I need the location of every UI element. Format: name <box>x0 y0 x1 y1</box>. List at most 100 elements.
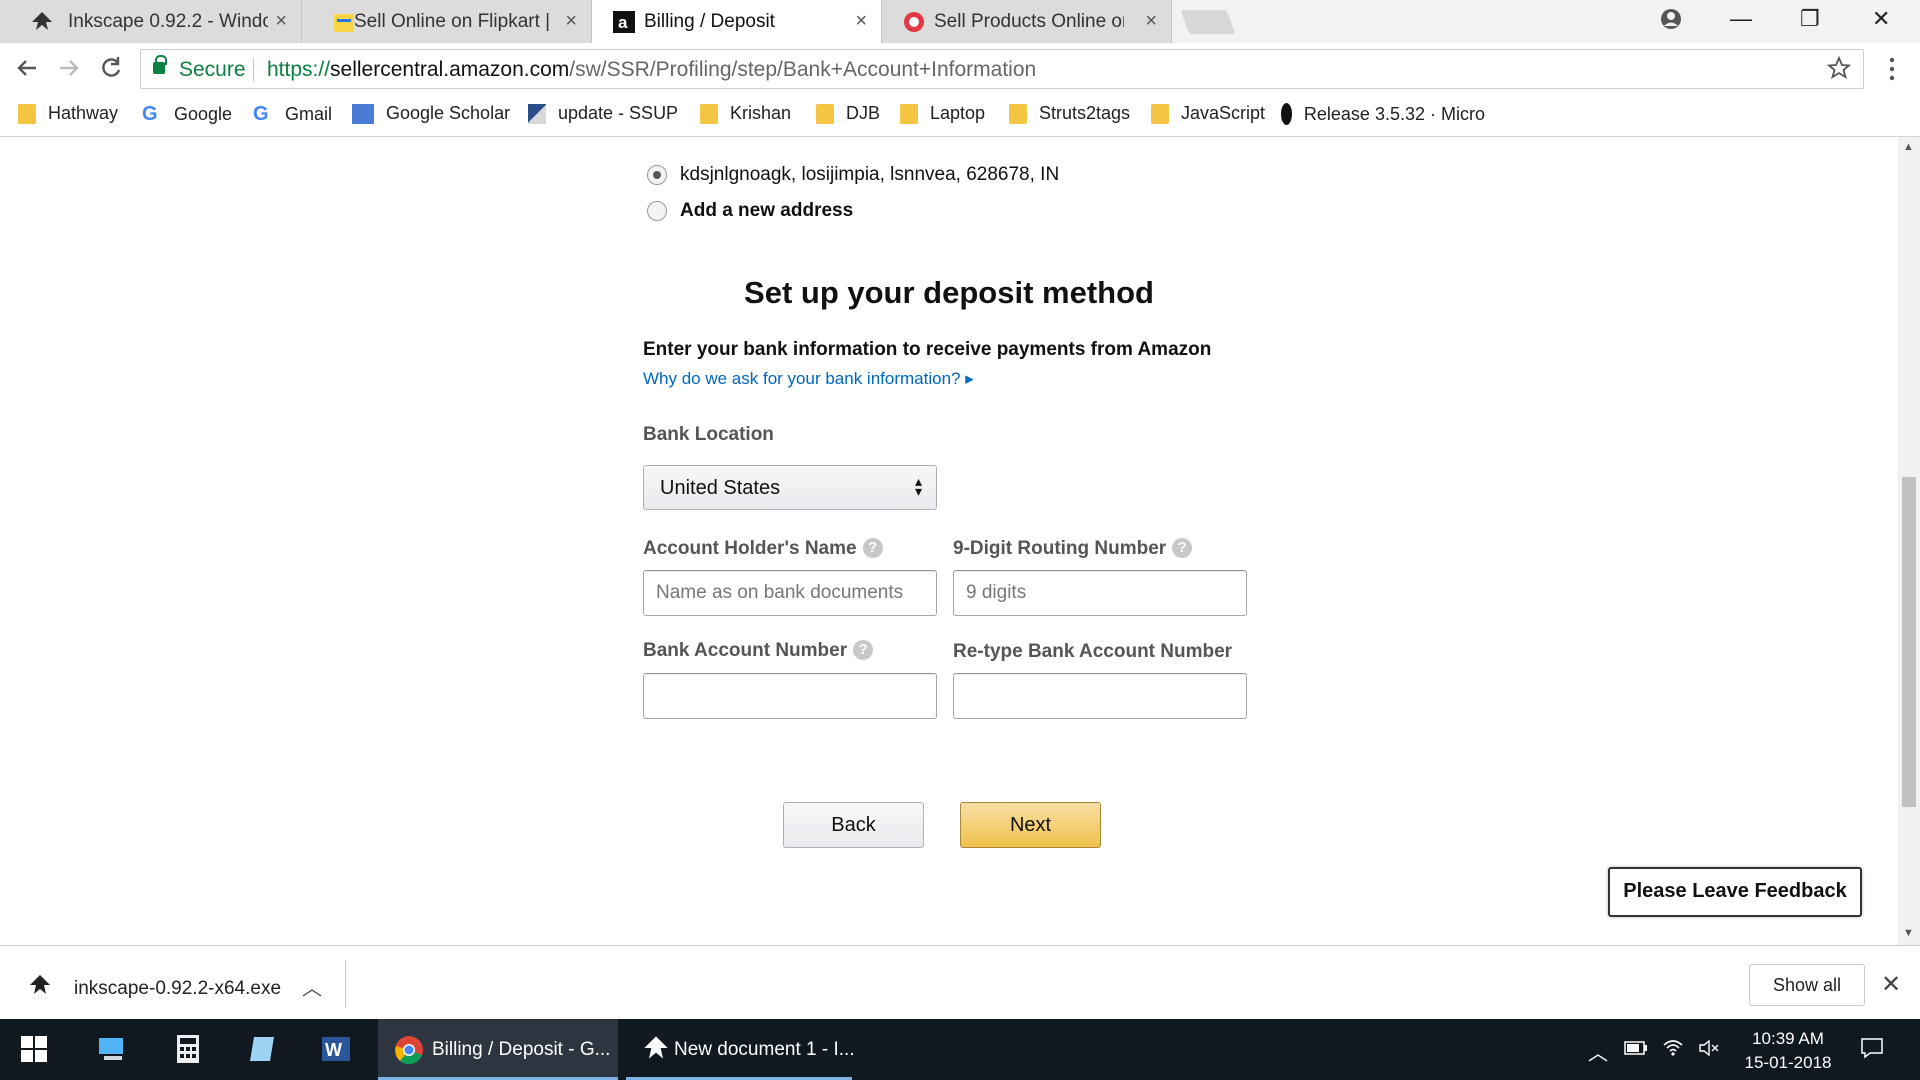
url-text[interactable]: https://sellercentral.amazon.com/sw/SSR/… <box>267 58 1036 82</box>
shelf-separator <box>345 960 346 1008</box>
forward-arrow-icon[interactable] <box>56 55 82 81</box>
taskbar-clock[interactable]: 10:39 AM 15-01-2018 <box>1738 1027 1838 1075</box>
inkscape-icon <box>644 1036 668 1059</box>
tab-billing-deposit[interactable]: a Billing / Deposit × <box>592 0 882 43</box>
intro-text: Enter your bank information to receive p… <box>643 339 1212 360</box>
minimize-button[interactable]: — <box>1730 6 1752 32</box>
scroll-down-icon[interactable]: ▼ <box>1903 927 1914 939</box>
bookmark-laptop[interactable]: Laptop <box>900 103 985 124</box>
close-window-button[interactable]: ✕ <box>1872 6 1890 32</box>
word-icon[interactable]: W <box>320 1033 352 1065</box>
folder-icon <box>816 103 834 124</box>
wifi-icon[interactable] <box>1662 1037 1684 1057</box>
bookmark-update-ssup[interactable]: update - SSUP <box>528 103 678 124</box>
browser-toolbar: Secure https://sellercentral.amazon.com/… <box>0 43 1920 97</box>
new-tab-button[interactable] <box>1180 10 1236 34</box>
download-filename[interactable]: inkscape-0.92.2-x64.exe <box>74 978 281 1000</box>
address-label-existing: kdsjnlgnoagk, losijimpia, lsnnvea, 62867… <box>680 164 1060 185</box>
inkscape-icon <box>30 975 50 994</box>
flipkart-icon <box>334 14 354 32</box>
show-all-button[interactable]: Show all <box>1749 964 1865 1006</box>
svg-text:a: a <box>618 13 628 32</box>
bookmark-krishan[interactable]: Krishan <box>700 103 791 124</box>
taskbar-app-inkscape[interactable]: New document 1 - I... <box>626 1019 855 1080</box>
secure-label: Secure <box>179 58 246 81</box>
tab-close-icon[interactable]: × <box>855 10 867 33</box>
why-bank-info-link[interactable]: Why do we ask for your bank information?… <box>643 369 974 389</box>
address-radio-new[interactable] <box>647 201 667 221</box>
tab-strip: Inkscape 0.92.2 - Window × Sell Online o… <box>0 0 1920 43</box>
bookmark-google-scholar[interactable]: Google Scholar <box>352 103 510 124</box>
tab-close-icon[interactable]: × <box>275 10 287 33</box>
bookmark-javascript[interactable]: JavaScript <box>1151 103 1265 124</box>
this-pc-icon[interactable] <box>96 1033 128 1065</box>
bank-location-label: Bank Location <box>643 424 774 445</box>
account-number-label: Bank Account Number? <box>643 640 874 662</box>
address-radio-existing[interactable] <box>647 165 667 185</box>
tab-close-icon[interactable]: × <box>1145 10 1157 33</box>
scrollbar-thumb[interactable] <box>1902 477 1916 807</box>
retype-account-input[interactable] <box>953 673 1247 719</box>
action-center-icon[interactable] <box>1860 1037 1884 1059</box>
github-icon <box>1281 103 1292 125</box>
tab-flipkart[interactable]: Sell Online on Flipkart | O × <box>302 0 592 43</box>
tab-close-icon[interactable]: × <box>565 10 577 33</box>
chevron-up-icon[interactable]: ︿ <box>302 972 322 1001</box>
bank-location-select[interactable]: United States ▴ ▾ <box>643 465 937 510</box>
bookmark-gmail[interactable]: G Gmail <box>253 103 332 126</box>
taskbar-app-chrome[interactable]: Billing / Deposit - G... <box>378 1019 618 1080</box>
help-icon[interactable]: ? <box>862 538 883 558</box>
bookmark-star-icon[interactable] <box>1827 56 1851 80</box>
omnibox-separator <box>253 58 254 82</box>
battery-icon[interactable] <box>1624 1041 1648 1055</box>
reload-icon[interactable] <box>98 55 124 81</box>
lock-icon <box>153 55 167 74</box>
address-label-new: Add a new address <box>680 200 854 221</box>
tab-inkscape[interactable]: Inkscape 0.92.2 - Window × <box>0 0 302 43</box>
chrome-icon <box>395 1036 423 1065</box>
notes-icon[interactable] <box>246 1033 278 1065</box>
tray-chevron-up-icon[interactable]: ︿ <box>1588 1037 1608 1066</box>
account-holder-input[interactable] <box>643 570 937 616</box>
inkscape-icon <box>32 12 52 30</box>
next-button[interactable]: Next <box>960 802 1101 848</box>
bookmark-djb[interactable]: DJB <box>816 103 880 124</box>
bookmark-struts2tags[interactable]: Struts2tags <box>1009 103 1130 124</box>
close-shelf-icon[interactable]: ✕ <box>1881 970 1901 999</box>
page-icon <box>528 103 546 124</box>
tab-sell-products[interactable]: Sell Products Online on S × <box>882 0 1172 43</box>
back-arrow-icon[interactable] <box>14 55 40 81</box>
scroll-up-icon[interactable]: ▲ <box>1903 141 1914 153</box>
calculator-icon[interactable] <box>172 1033 204 1065</box>
routing-number-input[interactable] <box>953 570 1247 616</box>
page-scrollbar[interactable]: ▲ ▼ <box>1898 137 1920 945</box>
amazon-icon: a <box>613 11 635 33</box>
google-icon: G <box>142 103 158 125</box>
scholar-icon <box>352 103 374 124</box>
bookmark-google[interactable]: G Google <box>142 103 232 126</box>
bookmarks-bar: Hathway G Google G Gmail Google Scholar up… <box>0 97 1920 137</box>
retype-account-label: Re-type Bank Account Number <box>953 641 1233 662</box>
profile-icon[interactable] <box>1660 8 1682 30</box>
back-button[interactable]: Back <box>783 802 924 848</box>
svg-text:W: W <box>325 1040 342 1060</box>
bookmark-release[interactable]: Release 3.5.32 · Micro <box>1281 103 1485 125</box>
help-icon[interactable]: ? <box>1172 538 1193 558</box>
feedback-button[interactable]: Please Leave Feedback <box>1608 867 1862 917</box>
help-icon[interactable]: ? <box>853 640 874 660</box>
bookmark-hathway[interactable]: Hathway <box>18 103 118 124</box>
folder-icon <box>1009 103 1027 124</box>
address-bar[interactable]: Secure https://sellercentral.amazon.com/… <box>140 49 1864 89</box>
select-caret-icon: ▴ ▾ <box>914 473 922 499</box>
download-shelf: inkscape-0.92.2-x64.exe ︿ Show all ✕ <box>0 945 1920 1019</box>
folder-icon <box>18 103 36 124</box>
windows-taskbar: W Billing / Deposit - G... New document … <box>0 1019 1920 1080</box>
folder-icon <box>700 103 718 124</box>
volume-muted-icon[interactable] <box>1698 1039 1720 1057</box>
restore-button[interactable]: ❐ <box>1800 6 1820 32</box>
chrome-menu-icon[interactable] <box>1888 57 1896 81</box>
shopclues-icon <box>904 12 924 32</box>
account-number-input[interactable] <box>643 673 937 719</box>
windows-start-icon[interactable] <box>20 1035 48 1063</box>
routing-number-label: 9-Digit Routing Number? <box>953 538 1193 560</box>
